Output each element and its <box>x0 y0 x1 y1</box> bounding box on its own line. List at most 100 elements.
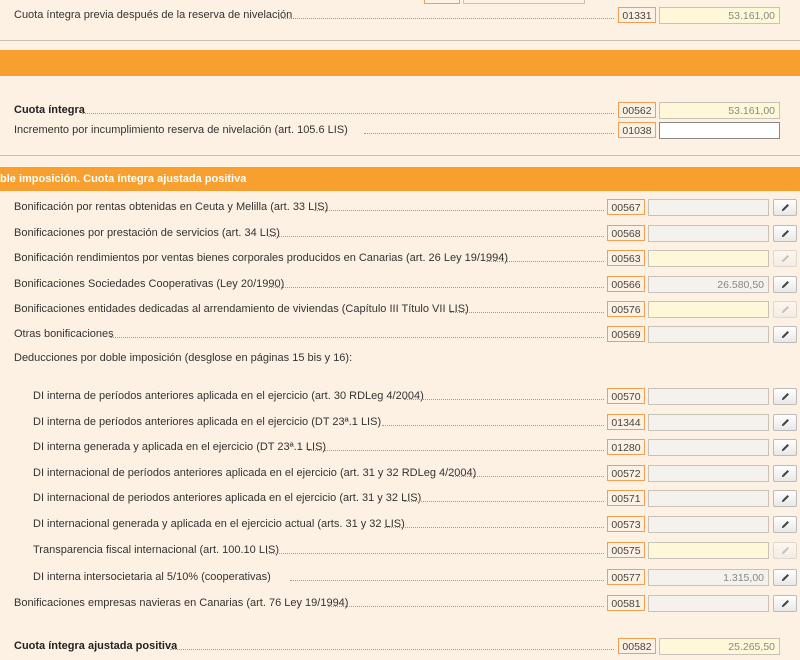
pencil-icon <box>781 393 789 401</box>
amount-field <box>648 542 769 559</box>
row-label: DI interna de períodos anteriores aplica… <box>33 416 382 428</box>
leader-dots <box>268 236 604 237</box>
row-label: Bonificaciones entidades dedicadas al ar… <box>14 303 469 315</box>
row-00563: Bonificación rendimientos por ventas bie… <box>0 248 800 268</box>
amount-field: 25.265,50 <box>659 638 780 655</box>
pencil-icon <box>781 419 789 427</box>
box-code: 00567 <box>607 199 645 215</box>
box-code: 00576 <box>607 301 645 317</box>
row-label: Bonificaciones empresas navieras en Cana… <box>14 597 349 609</box>
pencil-icon <box>781 255 789 263</box>
cutoff-code-box <box>424 0 460 4</box>
row-label: Cuota íntegra <box>14 104 85 116</box>
edit-button[interactable] <box>773 326 797 343</box>
pencil-icon <box>781 444 789 452</box>
edit-button[interactable] <box>773 542 797 559</box>
amount-field[interactable] <box>648 326 769 343</box>
pencil-icon <box>781 470 789 478</box>
amount-field[interactable]: 26.580,50 <box>648 276 769 293</box>
section-divider <box>0 155 800 156</box>
box-code: 00570 <box>607 388 645 404</box>
leader-dots <box>450 312 604 313</box>
row-label: Otras bonificaciones <box>14 328 114 340</box>
edit-button[interactable] <box>773 250 797 267</box>
box-code: 01280 <box>607 439 645 455</box>
amount-field[interactable] <box>648 414 769 431</box>
box-code: 00563 <box>607 250 645 266</box>
box-code: 00572 <box>607 465 645 481</box>
row-label: DI interna de períodos anteriores aplica… <box>33 390 424 402</box>
edit-button[interactable] <box>773 225 797 242</box>
leader-dots <box>268 287 604 288</box>
edit-button[interactable] <box>773 199 797 216</box>
box-code: 00575 <box>607 542 645 558</box>
row-label: DI internacional generada y aplicada en … <box>33 518 405 530</box>
amount-field[interactable]: 1.315,00 <box>648 569 769 586</box>
leader-dots <box>384 527 604 528</box>
row-00567: Bonificación por rentas obtenidas en Ceu… <box>0 197 800 217</box>
leader-dots <box>486 261 604 262</box>
edit-button[interactable] <box>773 301 797 318</box>
row-label: DI interna generada y aplicada en el eje… <box>33 441 327 453</box>
edit-button[interactable] <box>773 414 797 431</box>
amount-field[interactable] <box>648 490 769 507</box>
edit-button[interactable] <box>773 595 797 612</box>
leader-dots <box>110 337 604 338</box>
row-01344: DI interna de períodos anteriores aplica… <box>0 412 800 432</box>
section-header-bar: ble imposición. Cuota íntegra ajustada p… <box>0 167 800 191</box>
row-00572: DI internacional de períodos anteriores … <box>0 463 800 483</box>
edit-button[interactable] <box>773 276 797 293</box>
amount-field[interactable] <box>648 439 769 456</box>
edit-button[interactable] <box>773 439 797 456</box>
pencil-icon <box>781 204 789 212</box>
edit-button[interactable] <box>773 516 797 533</box>
box-code: 00582 <box>618 638 656 654</box>
box-code: 00573 <box>607 516 645 532</box>
box-code: 00581 <box>607 595 645 611</box>
box-code: 00577 <box>607 569 645 585</box>
row-00569: Otras bonificaciones 00569 <box>0 324 800 344</box>
amount-field[interactable] <box>648 225 769 242</box>
pencil-icon <box>781 281 789 289</box>
edit-button[interactable] <box>773 569 797 586</box>
row-label: Transparencia fiscal internacional (art.… <box>33 544 279 556</box>
edit-button[interactable] <box>773 465 797 482</box>
row-label: Incremento por incumplimiento reserva de… <box>14 124 348 136</box>
leader-dots <box>308 450 604 451</box>
row-00575: Transparencia fiscal internacional (art.… <box>0 540 800 560</box>
section-header-bar <box>0 50 800 76</box>
amount-field[interactable] <box>648 199 769 216</box>
leader-dots <box>266 553 604 554</box>
amount-field[interactable] <box>648 388 769 405</box>
box-code: 00571 <box>607 490 645 506</box>
leader-dots <box>170 649 614 650</box>
amount-field[interactable] <box>648 595 769 612</box>
row-00566: Bonificaciones Sociedades Cooperativas (… <box>0 274 800 294</box>
row-01280: DI interna generada y aplicada en el eje… <box>0 437 800 457</box>
pencil-icon <box>781 521 789 529</box>
pencil-icon <box>781 574 789 582</box>
pencil-icon <box>781 495 789 503</box>
amount-field: 53.161,00 <box>659 7 780 24</box>
section-divider <box>0 40 800 41</box>
leader-dots <box>404 501 604 502</box>
edit-button[interactable] <box>773 490 797 507</box>
box-code: 00568 <box>607 225 645 241</box>
row-00582: Cuota íntegra ajustada positiva 00582 25… <box>0 636 800 656</box>
row-label: DI internacional de períodos anteriores … <box>33 467 477 479</box>
row-00562: Cuota íntegra 00562 53.161,00 <box>0 100 800 120</box>
box-code: 01344 <box>607 414 645 430</box>
leader-dots <box>328 606 604 607</box>
amount-input[interactable] <box>659 122 780 139</box>
pencil-icon <box>781 230 789 238</box>
amount-field: 53.161,00 <box>659 102 780 119</box>
amount-field[interactable] <box>648 516 769 533</box>
leader-dots <box>452 476 604 477</box>
leader-dots <box>382 425 604 426</box>
box-code: 01038 <box>618 122 656 138</box>
edit-button[interactable] <box>773 388 797 405</box>
amount-field[interactable] <box>648 465 769 482</box>
box-code: 01331 <box>618 7 656 23</box>
cutoff-field-box <box>463 0 585 4</box>
deductions-heading: Deducciones por doble imposición (desglo… <box>14 352 353 364</box>
